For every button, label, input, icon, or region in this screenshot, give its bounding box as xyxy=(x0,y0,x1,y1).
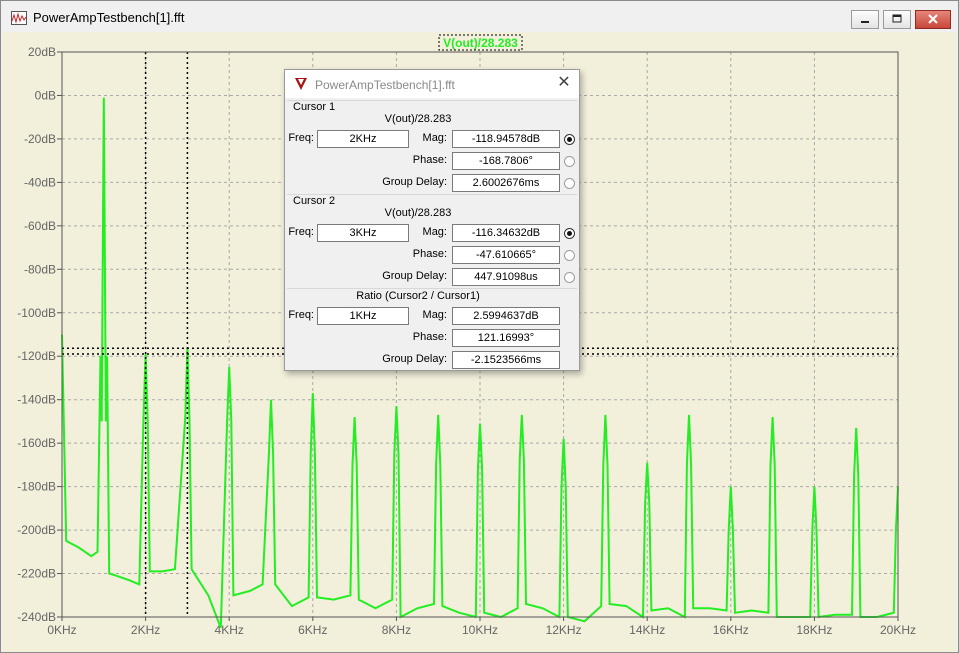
cursor1-mag-radio[interactable] xyxy=(564,134,575,145)
x-tick-label: 16KHz xyxy=(713,623,749,637)
ratio-freq-label: Freq: xyxy=(288,309,314,321)
ratio-group-delay-field[interactable]: -2.1523566ms xyxy=(452,351,560,369)
x-tick-label: 20KHz xyxy=(880,623,916,637)
cursor1-phase-label: Phase: xyxy=(412,154,447,166)
x-tick-label: 18KHz xyxy=(796,623,832,637)
x-tick-label: 0KHz xyxy=(47,623,76,637)
trace-label[interactable]: V(out)/28.283 xyxy=(443,36,518,50)
x-tick-label: 12KHz xyxy=(546,623,582,637)
cursor1-freq-label: Freq: xyxy=(288,132,314,144)
y-tick-label: -120dB xyxy=(17,349,56,363)
y-tick-label: -20dB xyxy=(24,132,56,146)
y-tick-label: 0dB xyxy=(35,88,56,102)
cursor1-mag-label: Mag: xyxy=(422,132,447,144)
y-tick-label: -180dB xyxy=(17,480,56,494)
cursor2-group-delay-label: Group Delay: xyxy=(382,270,447,282)
cursor1-heading: Cursor 1 xyxy=(293,101,336,113)
maximize-button[interactable] xyxy=(883,10,911,29)
y-tick-label: -160dB xyxy=(17,436,56,450)
close-icon xyxy=(928,14,938,24)
x-tick-label: 2KHz xyxy=(131,623,160,637)
dialog-title-bar[interactable]: PowerAmpTestbench[1].fft ✕ xyxy=(285,70,579,98)
cursor2-freq-label: Freq: xyxy=(288,226,314,238)
y-tick-label: -200dB xyxy=(17,523,56,537)
close-window-button[interactable] xyxy=(915,10,951,29)
ratio-heading: Ratio (Cursor2 / Cursor1) xyxy=(356,290,480,302)
cursor2-heading: Cursor 2 xyxy=(293,195,336,207)
cursor1-trace-name: V(out)/28.283 xyxy=(384,113,452,125)
fft-window: PowerAmpTestbench[1].fft 20dB 0dB -20dB -40… xyxy=(0,0,959,653)
y-tick-label: -140dB xyxy=(17,393,56,407)
window-title: PowerAmpTestbench[1].fft xyxy=(33,10,185,25)
cursor-dialog: PowerAmpTestbench[1].fft ✕ Cursor 1 V(ou… xyxy=(284,69,580,371)
ratio-mag-field[interactable]: 2.5994637dB xyxy=(452,307,560,325)
cursor1-group-delay-label: Group Delay: xyxy=(382,176,447,188)
cursor1-group-delay-field[interactable]: 2.6002676ms xyxy=(452,174,560,192)
y-tick-label: -100dB xyxy=(17,306,56,320)
cursor1-section: Cursor 1 V(out)/28.283 Freq: 2KHz Mag: -… xyxy=(287,100,577,195)
cursor2-phase-field[interactable]: -47.610665° xyxy=(452,246,560,264)
restore-icon xyxy=(892,14,902,23)
cursor1-mag-field[interactable]: -118.94578dB xyxy=(452,130,560,148)
ratio-phase-field[interactable]: 121.16993° xyxy=(452,329,560,347)
cursor2-phase-label: Phase: xyxy=(412,248,447,260)
x-tick-label: 6KHz xyxy=(298,623,327,637)
cursor2-section: Cursor 2 V(out)/28.283 Freq: 3KHz Mag: -… xyxy=(287,194,577,289)
cursor2-trace-name: V(out)/28.283 xyxy=(384,207,452,219)
cursor2-mag-radio[interactable] xyxy=(564,228,575,239)
x-tick-label: 10KHz xyxy=(462,623,498,637)
y-tick-label: -80dB xyxy=(24,262,56,276)
cursor1-phase-field[interactable]: -168.7806° xyxy=(452,152,560,170)
cursor1-group-delay-radio[interactable] xyxy=(564,178,575,189)
title-bar[interactable]: PowerAmpTestbench[1].fft xyxy=(1,1,958,31)
waveform-app-icon xyxy=(11,11,27,25)
x-tick-label: 14KHz xyxy=(629,623,665,637)
ratio-mag-label: Mag: xyxy=(422,309,447,321)
cursor1-phase-radio[interactable] xyxy=(564,156,575,167)
cursor2-phase-radio[interactable] xyxy=(564,250,575,261)
y-tick-label: -60dB xyxy=(24,219,56,233)
minimize-button[interactable] xyxy=(851,10,879,29)
x-tick-label: 8KHz xyxy=(382,623,411,637)
cursor2-mag-field[interactable]: -116.34632dB xyxy=(452,224,560,242)
cursor2-mag-label: Mag: xyxy=(422,226,447,238)
ratio-phase-label: Phase: xyxy=(412,331,447,343)
cursor2-group-delay-field[interactable]: 447.91098us xyxy=(452,268,560,286)
ltspice-icon xyxy=(295,78,307,90)
y-tick-label: -220dB xyxy=(17,567,56,581)
cursor2-group-delay-radio[interactable] xyxy=(564,272,575,283)
ratio-section: Ratio (Cursor2 / Cursor1) Freq: 1KHz Mag… xyxy=(287,288,577,369)
y-tick-label: -240dB xyxy=(17,610,56,624)
minimize-icon xyxy=(861,21,869,23)
ratio-group-delay-label: Group Delay: xyxy=(382,353,447,365)
dialog-close-icon[interactable]: ✕ xyxy=(555,74,573,92)
y-tick-label: -40dB xyxy=(24,175,56,189)
dialog-title: PowerAmpTestbench[1].fft xyxy=(315,78,455,92)
y-tick-label: 20dB xyxy=(28,45,56,59)
